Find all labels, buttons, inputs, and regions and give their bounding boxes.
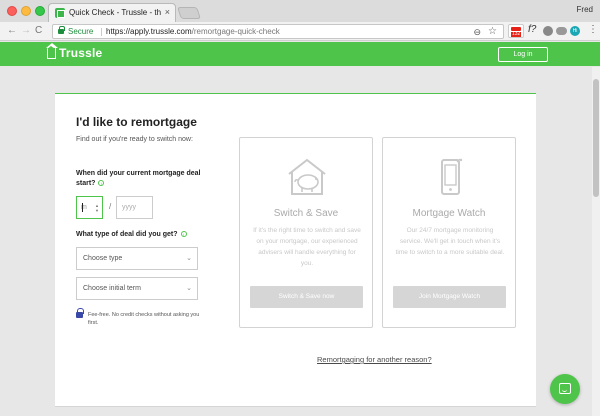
extension-badge: 132 xyxy=(511,31,522,37)
reload-icon[interactable]: C xyxy=(35,25,42,37)
switch-save-option[interactable]: Switch & Save If it's the right time to … xyxy=(239,137,373,328)
window-close-button[interactable] xyxy=(7,6,17,16)
deal-type-value: Choose type xyxy=(83,255,123,262)
url-host: https://apply.trussle.com xyxy=(106,27,192,36)
login-button[interactable]: Log in xyxy=(498,47,548,62)
address-bar[interactable]: Secure https://apply.trussle.com/remortg… xyxy=(52,24,504,39)
lock-icon xyxy=(58,26,65,34)
back-arrow-icon[interactable]: ← xyxy=(7,25,17,37)
initial-term-value: Choose initial term xyxy=(83,285,141,292)
youtube-extension-icon[interactable]: 132 xyxy=(508,24,524,38)
favicon-icon xyxy=(55,8,65,18)
profile-name[interactable]: Fred xyxy=(577,5,593,14)
bookmark-star-icon[interactable]: ☆ xyxy=(488,26,497,37)
deal-type-question: What type of deal did you get? i xyxy=(76,231,187,238)
deal-start-label: When did your current mortgage deal star… xyxy=(76,170,201,187)
page-title: I'd like to remortgage xyxy=(76,115,197,129)
switch-save-description: If it's the right time to switch and sav… xyxy=(253,227,361,267)
deal-type-select[interactable]: Choose type ⌄ xyxy=(76,247,198,270)
mortgage-watch-option[interactable]: Mortgage Watch Our 24/7 mortgage monitor… xyxy=(382,137,516,328)
zoom-icon[interactable]: ⊖ xyxy=(473,27,481,38)
mortgage-watch-title: Mortgage Watch xyxy=(412,208,486,219)
url-path: /remortgage-quick-check xyxy=(191,27,280,36)
download-extension-icon[interactable] xyxy=(543,26,553,36)
switch-save-title: Switch & Save xyxy=(273,208,339,219)
info-icon[interactable]: i xyxy=(180,231,187,237)
chat-launcher-button[interactable] xyxy=(550,374,580,404)
chat-icon xyxy=(559,383,571,394)
phone-watch-icon xyxy=(441,158,463,195)
page-scrollbar[interactable] xyxy=(592,67,600,416)
browser-tab[interactable]: Quick Check - Trussle - the s… × xyxy=(48,3,176,22)
url-text[interactable]: https://apply.trussle.com/remortgage-qui… xyxy=(106,27,280,36)
browser-titlebar: Quick Check - Trussle - the s… × Fred xyxy=(0,0,600,22)
remortgage-card: I'd like to remortgage Find out if you'r… xyxy=(55,93,536,407)
mortgage-watch-description: Our 24/7 mortgage monitoring service. We… xyxy=(395,227,505,256)
site-logo[interactable]: Trussle xyxy=(59,46,102,60)
house-logo-icon xyxy=(46,43,58,59)
month-input[interactable]: m ▲ ▼ xyxy=(76,196,103,219)
hi-extension-icon[interactable]: Hi xyxy=(570,26,580,36)
forward-arrow-icon[interactable]: → xyxy=(21,25,31,37)
page-subtitle: Find out if you're ready to switch now: xyxy=(76,136,193,143)
window-minimize-button[interactable] xyxy=(21,6,31,16)
deal-type-label: What type of deal did you get? xyxy=(76,231,178,238)
deal-start-question: When did your current mortgage deal star… xyxy=(76,169,206,189)
initial-term-select[interactable]: Choose initial term ⌄ xyxy=(76,277,198,300)
month-stepper[interactable]: ▲ ▼ xyxy=(95,203,99,213)
font-extension-icon[interactable]: f? xyxy=(528,24,536,35)
another-reason-link[interactable]: Remortgaging for another reason? xyxy=(317,355,432,364)
switch-save-button[interactable]: Switch & Save now xyxy=(250,286,363,308)
cloud-extension-icon[interactable] xyxy=(556,27,567,35)
info-icon[interactable]: i xyxy=(98,180,105,186)
tab-title: Quick Check - Trussle - the s… xyxy=(69,8,161,17)
window-maximize-button[interactable] xyxy=(35,6,45,16)
stepper-down-icon[interactable]: ▼ xyxy=(95,208,99,213)
divider xyxy=(101,28,102,36)
year-input[interactable]: yyyy xyxy=(116,196,153,219)
secure-label: Secure xyxy=(68,27,94,36)
year-placeholder: yyyy xyxy=(122,204,136,211)
padlock-icon xyxy=(76,308,84,318)
chevron-down-icon: ⌄ xyxy=(186,285,192,292)
browser-menu-icon[interactable]: ⋮ xyxy=(588,24,598,36)
new-tab-button[interactable] xyxy=(177,7,201,19)
mortgage-watch-button[interactable]: Join Mortgage Watch xyxy=(393,286,506,308)
piggy-house-icon xyxy=(288,158,326,195)
site-header: Trussle Log in xyxy=(0,42,600,66)
text-caret xyxy=(82,203,83,212)
tab-close-icon[interactable]: × xyxy=(165,7,170,17)
scrollbar-thumb[interactable] xyxy=(593,79,599,197)
chevron-down-icon: ⌄ xyxy=(186,255,192,262)
fee-notice: Fee-free. No credit checks without askin… xyxy=(88,312,200,326)
date-separator: / xyxy=(109,202,112,211)
